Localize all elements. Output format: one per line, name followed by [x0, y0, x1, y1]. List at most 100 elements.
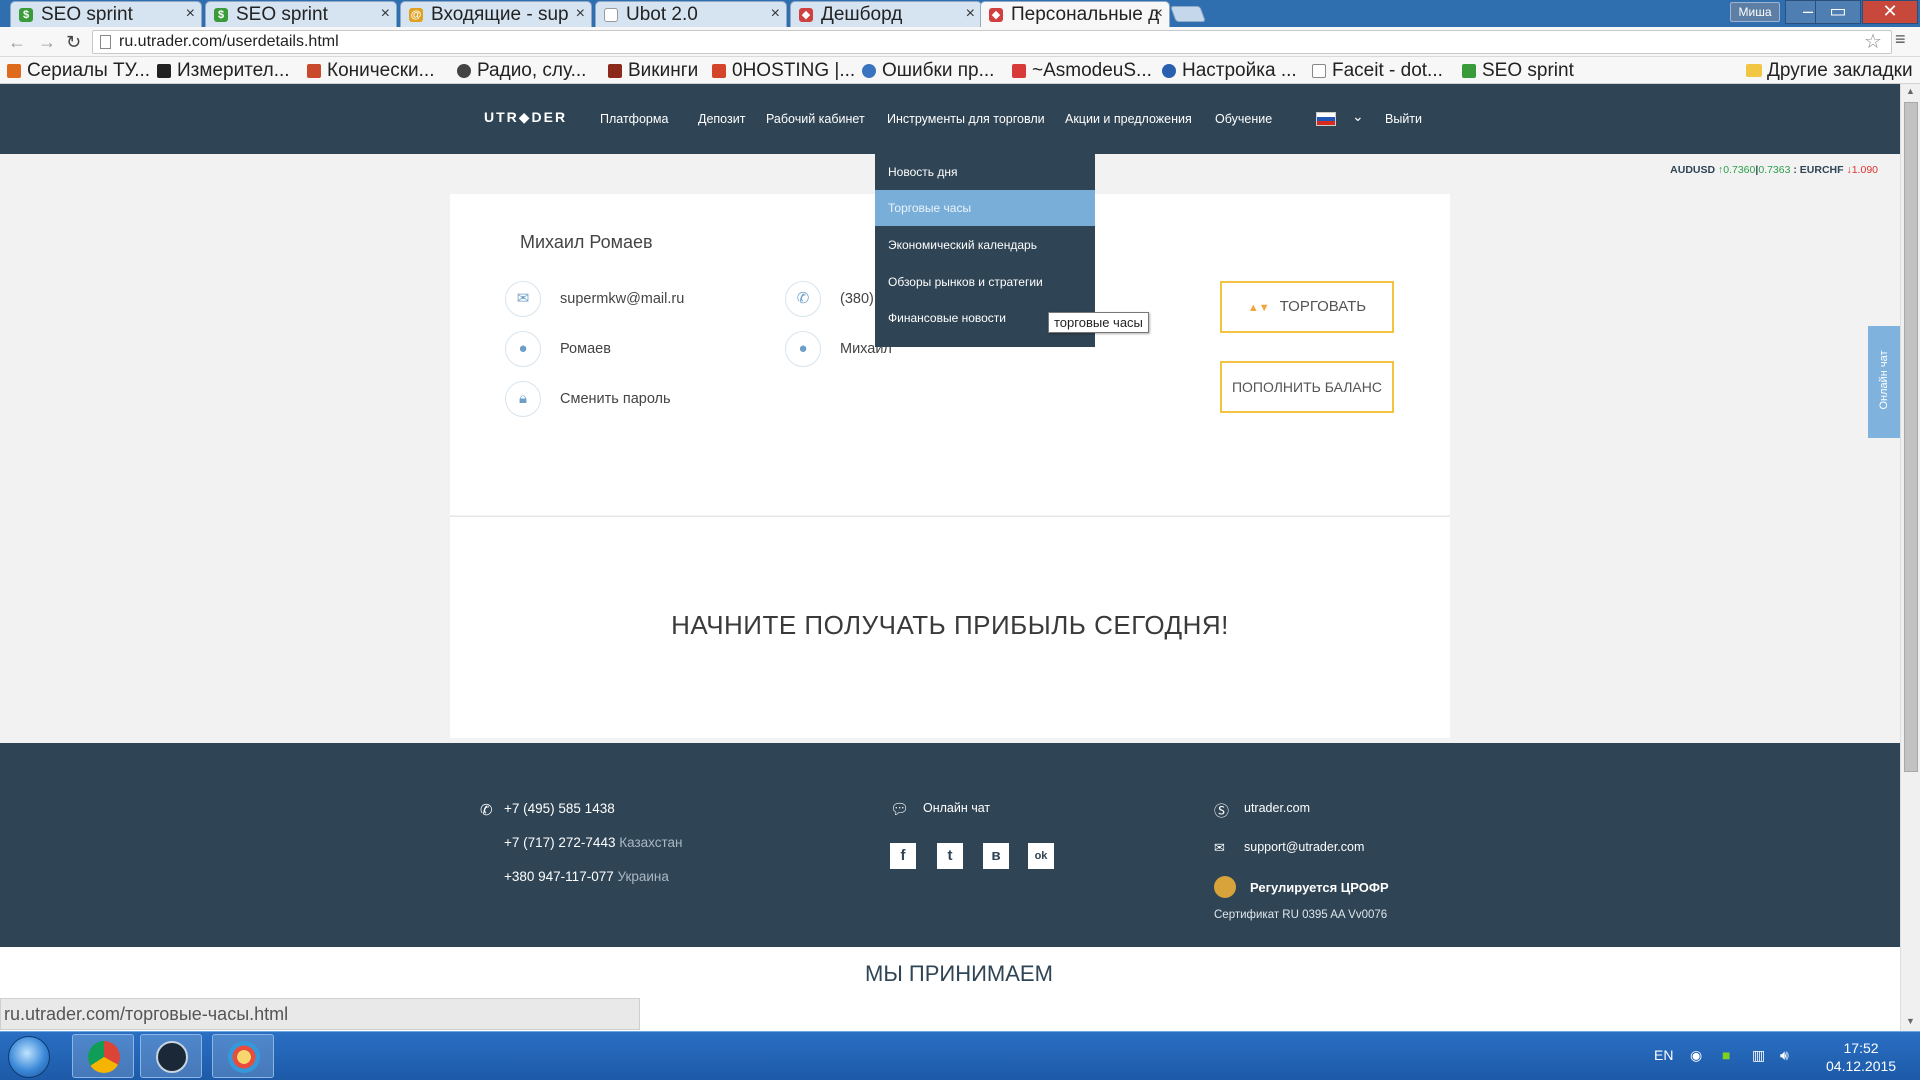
scrollbar-thumb[interactable] [1904, 102, 1918, 772]
footer-skype[interactable]: utrader.com [1244, 801, 1310, 815]
address-bar[interactable]: ru.utrader.com/userdetails.html [92, 30, 1892, 54]
steam-tray-icon[interactable]: ◉ [1690, 1047, 1702, 1064]
twitter-icon[interactable]: t [937, 843, 963, 869]
bookmark-item[interactable]: Викинги [606, 60, 698, 82]
page-scrollbar[interactable]: ▲ ▼ [1900, 84, 1920, 1031]
seo-sprint-favicon-icon: $ [214, 8, 228, 22]
footer-phone-3[interactable]: +380 947-117-077 Украина [504, 869, 669, 884]
dropdown-item-trading-hours[interactable]: Торговые часы [875, 190, 1095, 226]
reload-icon[interactable]: ↻ [66, 32, 81, 53]
nav-education[interactable]: Обучение [1215, 112, 1272, 126]
dropdown-item-news-of-day[interactable]: Новость дня [875, 154, 1095, 190]
change-password-link[interactable]: 🔒︎ Сменить пароль [505, 381, 671, 417]
maximize-button[interactable]: ▭ [1815, 0, 1861, 24]
footer-email[interactable]: support@utrader.com [1244, 840, 1364, 854]
tab-close-icon[interactable]: × [186, 5, 195, 23]
browser-tab-active[interactable]: ◆ Персональные д × [980, 1, 1170, 27]
taskbar-chrome[interactable] [72, 1034, 134, 1078]
volume-tray-icon[interactable]: 🔊︎ [1780, 1047, 1789, 1064]
envelope-icon: ✉ [505, 281, 541, 317]
bookmark-label: Радио, слу... [477, 60, 587, 81]
network-tray-icon[interactable]: ▥ [1752, 1047, 1765, 1064]
phone-number: +7 (717) 272-7443 [504, 835, 616, 850]
bookmark-item[interactable]: Faceit - dot... [1310, 60, 1443, 82]
phone-number: +380 947-117-077 [504, 869, 614, 884]
online-chat-tab[interactable]: Онлайн чат [1868, 326, 1900, 438]
tab-close-icon[interactable]: × [1154, 5, 1163, 23]
last-name-field: ● Ромаев [505, 331, 611, 367]
tab-title: Персональные д [1011, 4, 1160, 25]
tab-close-icon[interactable]: × [576, 5, 585, 23]
ticker-pair: EURCHF [1799, 164, 1844, 176]
odnoklassniki-icon[interactable]: ok [1028, 843, 1054, 869]
site-header: UTR◆DER Платформа Депозит Рабочий кабине… [0, 84, 1900, 154]
nav-promotions[interactable]: Акции и предложения [1065, 112, 1192, 126]
system-clock[interactable]: 17:52 04.12.2015 [1826, 1039, 1896, 1075]
browser-tab[interactable]: @ Входящие - sup × [400, 1, 592, 27]
dropdown-item-market-reviews[interactable]: Обзоры рынков и стратегии [875, 264, 1095, 300]
other-bookmarks[interactable]: Другие закладки [1745, 60, 1913, 82]
language-chevron-down-icon[interactable]: ⌄ [1352, 108, 1364, 125]
taskbar-steam[interactable] [140, 1034, 202, 1078]
footer-online-chat[interactable]: Онлайн чат [923, 801, 990, 815]
chrome-icon [88, 1041, 120, 1073]
language-indicator[interactable]: EN [1654, 1047, 1673, 1063]
bookmark-star-icon[interactable]: ☆ [1864, 29, 1882, 54]
bookmark-item[interactable]: SEO sprint [1460, 60, 1574, 82]
bookmark-item[interactable]: Сериалы ТУ... [5, 60, 150, 82]
clock-date: 04.12.2015 [1826, 1058, 1897, 1074]
tab-close-icon[interactable]: × [771, 5, 780, 23]
close-window-button[interactable]: ✕ [1862, 0, 1918, 24]
phone-icon: ✆ [480, 802, 493, 819]
tab-title: SEO sprint [236, 4, 328, 25]
footer-phone-2[interactable]: +7 (717) 272-7443 Казахстан [504, 835, 683, 850]
mail-favicon-icon: @ [409, 8, 423, 22]
forward-icon[interactable]: → [38, 32, 56, 53]
footer-certificate: Сертификат RU 0395 AA Vv0076 [1214, 909, 1388, 921]
bookmark-favicon-icon [1462, 64, 1476, 78]
browser-tab[interactable]: ◆ Дешборд × [790, 1, 982, 27]
profile-badge[interactable]: Миша [1730, 2, 1780, 22]
utrader-favicon-icon: ◆ [799, 8, 813, 22]
logout-link[interactable]: Выйти [1385, 112, 1422, 126]
tab-close-icon[interactable]: × [381, 5, 390, 23]
ticker-bid: ↑0.7360 [1718, 164, 1756, 176]
browser-tab[interactable]: $ SEO sprint × [205, 1, 397, 27]
browser-menu-icon[interactable]: ≡ [1895, 29, 1906, 50]
vk-icon[interactable]: в [983, 843, 1009, 869]
nav-trading-tools[interactable]: Инструменты для торговли [887, 112, 1045, 126]
trade-button[interactable]: ▲▼ ТОРГОВАТЬ [1220, 281, 1394, 333]
bookmark-item[interactable]: Ошибки пр... [860, 60, 994, 82]
bookmark-item[interactable]: Конически... [305, 60, 434, 82]
bookmark-item[interactable]: Радио, слу... [455, 60, 586, 82]
email-field: ✉ supermkw@mail.ru [505, 281, 684, 317]
phone-country: Казахстан [619, 835, 683, 850]
browser-tab[interactable]: $ SEO sprint × [10, 1, 202, 27]
utrader-logo[interactable]: UTR◆DER [484, 109, 567, 126]
scroll-down-icon[interactable]: ▼ [1906, 1016, 1915, 1026]
bookmark-item[interactable]: Измерител... [155, 60, 290, 82]
bookmark-favicon-icon [7, 64, 21, 78]
bookmark-item[interactable]: ~AsmodeuS... [1010, 60, 1152, 82]
bookmark-item[interactable]: 0HOSTING |... [710, 60, 855, 82]
bookmark-favicon-icon [1012, 64, 1026, 78]
nvidia-tray-icon[interactable]: ■ [1722, 1047, 1730, 1063]
footer-phone-1[interactable]: +7 (495) 585 1438 [504, 801, 615, 816]
tab-close-icon[interactable]: × [966, 5, 975, 23]
status-bar: ru.utrader.com/торговые-часы.html [0, 998, 640, 1030]
new-tab-button[interactable] [1170, 6, 1206, 22]
facebook-icon[interactable]: f [890, 843, 916, 869]
taskbar-paint[interactable] [212, 1034, 274, 1078]
start-button[interactable] [8, 1036, 50, 1078]
dropdown-item-economic-calendar[interactable]: Экономический календарь [875, 227, 1095, 263]
tab-title: Входящие - sup [431, 4, 569, 25]
top-up-balance-button[interactable]: ПОПОЛНИТЬ БАЛАНС [1220, 361, 1394, 413]
nav-platform[interactable]: Платформа [600, 112, 668, 126]
browser-tab[interactable]: Ubot 2.0 × [595, 1, 787, 27]
back-icon[interactable]: ← [8, 32, 26, 53]
nav-deposit[interactable]: Депозит [698, 112, 745, 126]
russian-flag-icon[interactable] [1316, 112, 1336, 126]
scroll-up-icon[interactable]: ▲ [1906, 86, 1915, 96]
bookmark-item[interactable]: Настройка ... [1160, 60, 1297, 82]
nav-dashboard[interactable]: Рабочий кабинет [766, 112, 865, 126]
